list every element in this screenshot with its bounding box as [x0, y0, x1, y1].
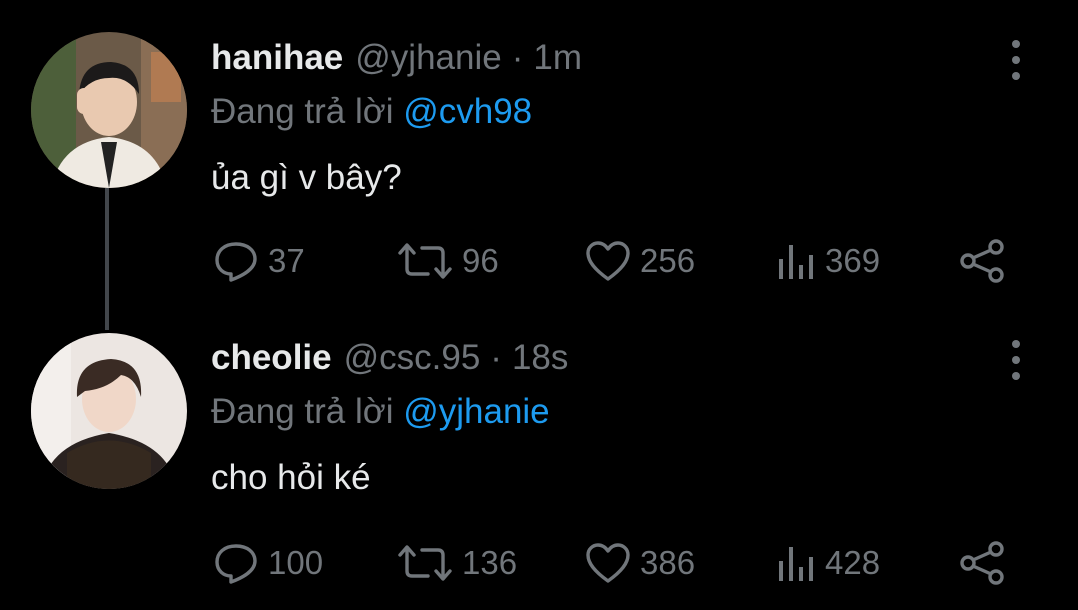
like-button[interactable]: 256	[584, 236, 695, 286]
more-dot	[1012, 356, 1020, 364]
more-vertical-icon	[1012, 340, 1020, 348]
replying-mention[interactable]: @cvh98	[403, 92, 532, 131]
reply-icon	[215, 242, 257, 282]
tweet-text: cho hỏi ké	[211, 458, 371, 497]
views-button[interactable]: 369	[775, 236, 880, 286]
avatar-image	[31, 333, 187, 489]
retweet-count: 136	[462, 544, 518, 581]
more-options-button[interactable]	[1006, 340, 1026, 380]
more-dot	[1012, 372, 1020, 380]
tweet-header: hanihae @yjhanie · 1m	[211, 38, 582, 82]
tweet-header: cheolie @csc.95 · 18s	[211, 338, 568, 382]
replying-mention[interactable]: @yjhanie	[403, 392, 549, 431]
share-icon	[960, 239, 1004, 283]
separator: ·	[490, 338, 502, 377]
retweet-icon	[398, 243, 452, 279]
like-button[interactable]: 386	[584, 538, 695, 588]
views-icon	[779, 547, 813, 581]
timestamp[interactable]: 1m	[533, 38, 582, 78]
replying-prefix: Đang trả lời	[211, 392, 394, 431]
avatar-image	[31, 32, 187, 188]
retweet-button[interactable]: 96	[396, 236, 499, 286]
separator: ·	[511, 38, 524, 77]
views-icon	[779, 245, 813, 279]
retweet-icon	[398, 545, 452, 581]
view-count: 369	[825, 242, 881, 279]
share-button[interactable]	[960, 538, 1006, 588]
avatar[interactable]	[31, 32, 187, 188]
tweet[interactable]: cheolie @csc.95 · 18s Đang trả lời @yjha…	[0, 300, 1078, 610]
replying-prefix: Đang trả lời	[211, 92, 394, 131]
avatar[interactable]	[31, 333, 187, 489]
more-dot	[1012, 56, 1020, 64]
action-bar: 100 136 386 428	[0, 538, 1078, 588]
tweet[interactable]: hanihae @yjhanie · 1m Đang trả lời @cvh9…	[0, 0, 1078, 300]
more-dot	[1012, 72, 1020, 80]
timestamp[interactable]: 18s	[512, 338, 568, 378]
display-name[interactable]: hanihae	[211, 38, 343, 78]
share-button[interactable]	[960, 236, 1006, 286]
reply-count: 37	[268, 242, 305, 279]
heart-icon	[586, 241, 630, 281]
reply-count: 100	[268, 544, 324, 581]
more-vertical-icon	[1012, 40, 1020, 48]
like-count: 386	[640, 544, 696, 581]
tweet-text: ủa gì v bây?	[211, 158, 402, 197]
retweet-button[interactable]: 136	[396, 538, 517, 588]
reply-icon	[215, 544, 257, 584]
like-count: 256	[640, 242, 696, 279]
view-count: 428	[825, 544, 881, 581]
user-handle[interactable]: @csc.95	[344, 338, 481, 378]
reply-button[interactable]: 100	[212, 538, 323, 588]
views-button[interactable]: 428	[775, 538, 880, 588]
heart-icon	[586, 543, 630, 583]
reply-button[interactable]: 37	[212, 236, 305, 286]
user-handle[interactable]: @yjhanie	[355, 38, 501, 78]
retweet-count: 96	[462, 242, 499, 279]
display-name[interactable]: cheolie	[211, 338, 332, 378]
action-bar: 37 96 256 369	[0, 236, 1078, 286]
replying-to: Đang trả lời @yjhanie	[211, 392, 550, 432]
replying-to: Đang trả lời @cvh98	[211, 92, 532, 132]
more-options-button[interactable]	[1006, 40, 1026, 80]
share-icon	[960, 541, 1004, 585]
